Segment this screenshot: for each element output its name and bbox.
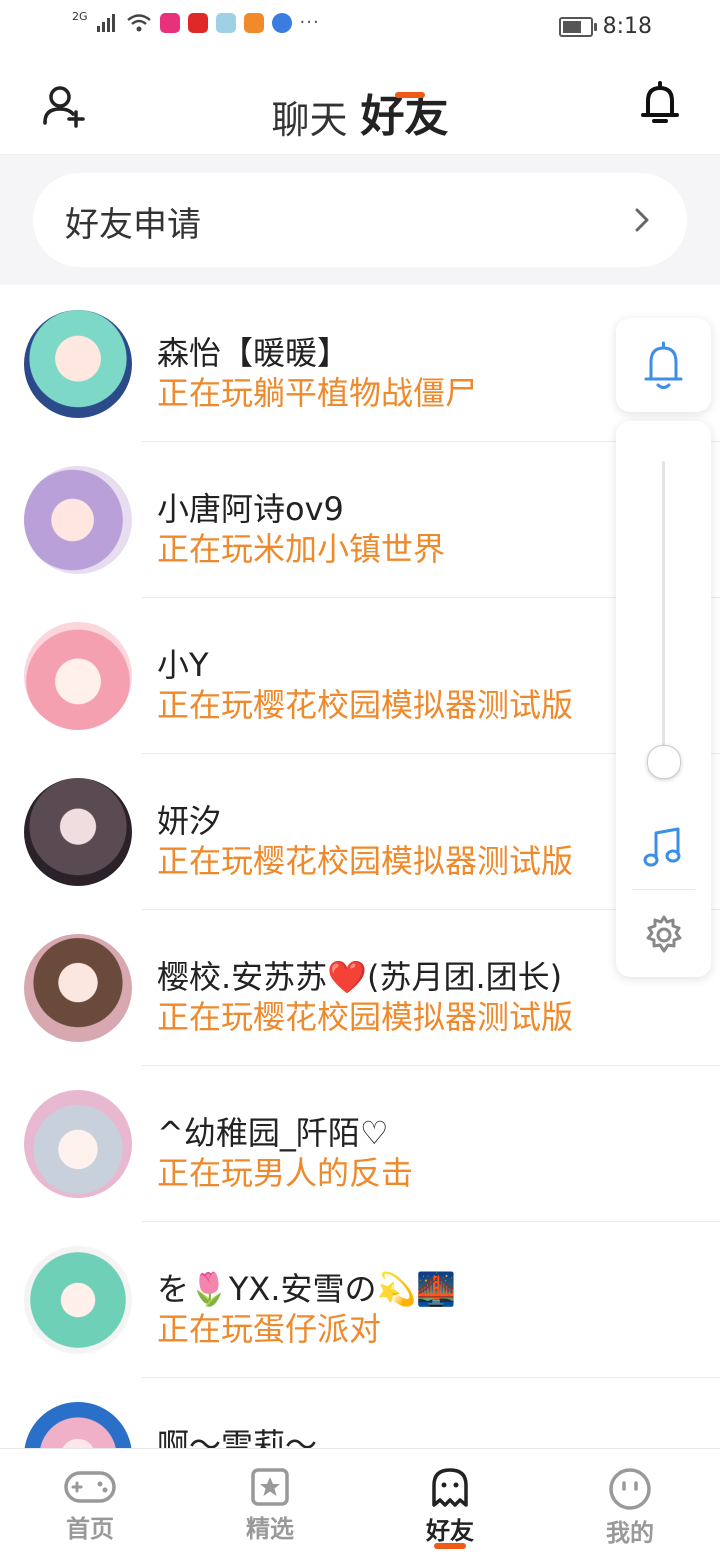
friend-status: 正在玩躺平植物战僵尸 (157, 374, 478, 412)
clock: 8:18 (602, 14, 652, 39)
signal-icon (96, 13, 115, 32)
wifi-icon (126, 13, 151, 31)
status-icons: 2G ··· (72, 10, 320, 33)
nav-friends[interactable]: 好友 (390, 1459, 510, 1549)
featured-star-icon (251, 1468, 289, 1506)
chevron-right-icon (635, 208, 649, 232)
news-app-icon (187, 12, 208, 33)
settings-gear-icon[interactable] (642, 913, 686, 957)
avatar (24, 1246, 132, 1354)
volume-slider-handle[interactable] (647, 745, 681, 779)
header: 聊天 好友 (0, 56, 720, 155)
friend-row[interactable]: 樱校.安苏苏❤️(苏月团.团长) 正在玩樱花校园模拟器测试版 (0, 910, 720, 1066)
face-icon (609, 1468, 651, 1510)
ghost-icon (432, 1468, 468, 1507)
status-right: 8:18 (558, 14, 652, 39)
nav-label: 首页 (66, 1515, 114, 1543)
nav-label: 好友 (426, 1517, 474, 1545)
avatar (24, 466, 132, 574)
nav-featured[interactable]: 精选 (210, 1459, 330, 1544)
friend-request-button[interactable]: 好友申请 (33, 173, 687, 267)
avatar (24, 310, 132, 418)
music-note-icon[interactable] (642, 825, 686, 869)
gamepad-icon (64, 1471, 116, 1503)
friend-status: 正在玩樱花校园模拟器测试版 (157, 686, 574, 724)
notification-bell-icon[interactable] (640, 80, 680, 128)
friend-status: 正在玩米加小镇世界 (157, 530, 446, 568)
avatar (24, 778, 132, 886)
avatar (24, 622, 132, 730)
nav-home[interactable]: 首页 (30, 1459, 150, 1544)
video-app-icon (159, 12, 180, 33)
friend-list: 森怡【暖暖】 正在玩躺平植物战僵尸 小唐阿诗ov9 正在玩米加小镇世界 小Y 正… (0, 286, 720, 1534)
friend-status: 正在玩樱花校园模拟器测试版 (157, 998, 574, 1036)
network-type: 2G (72, 10, 88, 23)
friend-row[interactable]: を🌷YX.安雪の💫🌉 正在玩蛋仔派对 (0, 1222, 720, 1378)
nav-profile[interactable]: 我的 (570, 1459, 690, 1548)
volume-slider-track[interactable] (662, 461, 665, 761)
active-tab-indicator (395, 92, 425, 98)
friend-request-area: 好友申请 (0, 155, 720, 285)
avatar (24, 1090, 132, 1198)
avatar (24, 934, 132, 1042)
bell-icon (644, 341, 683, 389)
battery-icon (558, 16, 597, 37)
friend-status: 正在玩男人的反击 (157, 1154, 414, 1192)
friend-row[interactable]: 森怡【暖暖】 正在玩躺平植物战僵尸 (0, 286, 720, 442)
tab-friends[interactable]: 好友 (361, 80, 449, 144)
floating-volume-panel (616, 421, 711, 977)
friend-row[interactable]: ^幼稚园_阡陌♡ 正在玩男人的反击 (0, 1066, 720, 1222)
floating-bell-button[interactable] (616, 318, 711, 412)
bottom-nav: 首页 精选 好友 我的 (0, 1448, 720, 1561)
title-tabs: 聊天 好友 (0, 80, 720, 144)
nav-active-indicator (434, 1543, 466, 1549)
game-app-icon (215, 12, 236, 33)
friend-row[interactable]: 小Y 正在玩樱花校园模拟器测试版 (0, 598, 720, 754)
friend-status: 正在玩蛋仔派对 (157, 1310, 382, 1348)
panel-divider (632, 889, 695, 890)
friend-request-label: 好友申请 (65, 205, 201, 245)
nav-label: 精选 (246, 1515, 294, 1543)
status-bar: 2G ··· 8:18 (0, 0, 720, 56)
friend-row[interactable]: 妍汐 正在玩樱花校园模拟器测试版 (0, 754, 720, 910)
nav-label: 我的 (606, 1519, 654, 1547)
friend-status: 正在玩樱花校园模拟器测试版 (157, 842, 574, 880)
tab-chat[interactable]: 聊天 (271, 89, 347, 144)
play-app-icon (243, 12, 264, 33)
browser-app-icon (271, 12, 292, 33)
friend-row[interactable]: 小唐阿诗ov9 正在玩米加小镇世界 (0, 442, 720, 598)
more-notifications: ··· (299, 12, 320, 33)
